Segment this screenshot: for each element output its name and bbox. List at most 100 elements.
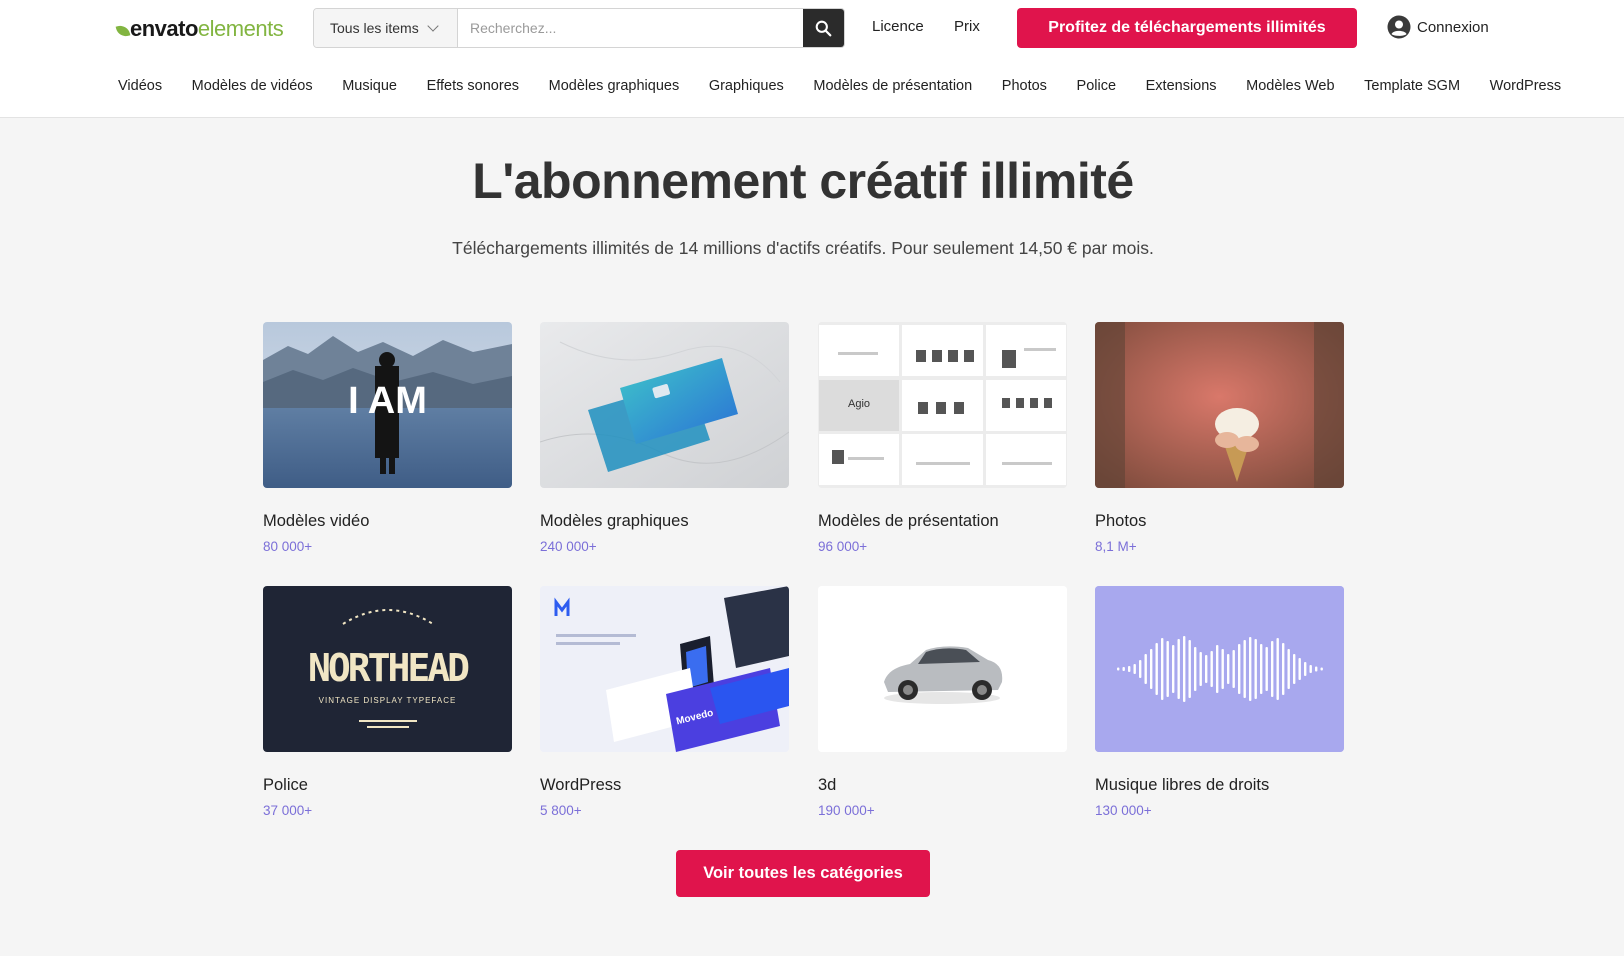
category-thumbnail: I AM [263,322,512,488]
waveform-bar [1205,655,1208,683]
logo-text-elements: elements [197,16,284,41]
search-bar: Tous les items [313,8,845,48]
category-count: 190 000+ [818,803,875,818]
waveform-bar [1271,641,1274,697]
waveform-bar [1194,647,1197,691]
category-thumbnail: Agio [818,322,1067,488]
login-link[interactable]: Connexion [1387,15,1489,39]
waveform-bar [1254,639,1257,699]
category-title: WordPress [540,776,622,794]
thumbnail-overlay-text: Agio [847,398,871,410]
user-avatar-icon [1387,15,1411,39]
waveform-bar [1177,639,1180,699]
nav-item-cms-templates[interactable]: Template SGM [1364,78,1460,94]
category-card-fonts[interactable]: NORTHEAD VINTAGE DISPLAY TYPEFACE Police… [263,586,512,818]
waveform-bar [1260,644,1263,694]
waveform-bar [1210,651,1213,687]
category-thumbnail [818,586,1067,752]
category-thumbnail: NORTHEAD VINTAGE DISPLAY TYPEFACE [263,586,512,752]
waveform-bar [1172,645,1175,693]
category-count: 96 000+ [818,539,868,554]
nav-item-video-templates[interactable]: Modèles de vidéos [192,78,313,94]
licence-link[interactable]: Licence [872,18,924,35]
category-count: 37 000+ [263,803,313,818]
waveform-bar [1221,649,1224,689]
nav-item-presentation-templates[interactable]: Modèles de présentation [813,78,972,94]
thumbnail-overlay-text: I AM [348,380,427,422]
category-thumbnail [1095,586,1344,752]
category-title: 3d [818,776,837,794]
search-category-label: Tous les items [330,20,419,36]
waveform-bar [1243,640,1246,698]
category-thumbnail: Movedo [540,586,789,752]
waveform-bar [1309,665,1312,673]
unlimited-downloads-button[interactable]: Profitez de téléchargements illimités [1017,8,1357,48]
nav-item-graphics[interactable]: Graphiques [709,78,784,94]
nav-item-photos[interactable]: Photos [1002,78,1047,94]
see-all-categories-button[interactable]: Voir toutes les catégories [676,850,930,897]
nav-item-videos[interactable]: Vidéos [118,78,162,94]
nav-item-wordpress[interactable]: WordPress [1490,78,1561,94]
category-card-wordpress[interactable]: Movedo WordPress 5 800+ [540,586,789,818]
waveform-bar [1293,654,1296,684]
nav-item-fonts[interactable]: Police [1077,78,1117,94]
waveform-bar [1287,649,1290,689]
sound-waveform-icon [1095,586,1344,752]
logo-text-envato: envato [130,16,198,41]
waveform-bar [1188,640,1191,698]
pricing-link[interactable]: Prix [954,18,980,35]
nav-item-graphic-templates[interactable]: Modèles graphiques [549,78,680,94]
category-count: 8,1 M+ [1095,539,1137,554]
waveform-bar [1227,654,1230,684]
nav-item-music[interactable]: Musique [342,78,397,94]
category-card-video-templates[interactable]: I AM Modèles vidéo 80 000+ [263,322,512,554]
waveform-bar [1232,650,1235,688]
category-title: Police [263,776,308,794]
nav-item-add-ons[interactable]: Extensions [1146,78,1217,94]
category-thumbnail [540,322,789,488]
search-button[interactable] [803,9,844,47]
category-count: 130 000+ [1095,803,1152,818]
chevron-down-icon [427,20,439,32]
category-nav: Vidéos Modèles de vidéos Musique Effets … [118,78,1591,94]
waveform-bar [1304,662,1307,676]
category-title: Modèles vidéo [263,512,370,530]
category-title: Photos [1095,512,1147,530]
waveform-bar [1216,645,1219,693]
category-card-photos[interactable]: Photos 8,1 M+ [1095,322,1344,554]
waveform-bar [1166,641,1169,697]
waveform-bar [1155,643,1158,695]
waveform-bar [1117,667,1120,671]
site-header: envato elements Tous les items Licence P… [0,0,1624,118]
category-card-graphic-templates[interactable]: Modèles graphiques 240 000+ [540,322,789,554]
waveform-bar [1238,644,1241,694]
category-card-3d[interactable]: 3d 190 000+ [818,586,1067,818]
search-input[interactable] [458,9,803,47]
category-count: 5 800+ [540,803,582,818]
waveform-bar [1128,666,1131,672]
waveform-bar [1282,643,1285,695]
waveform-bar [1276,638,1279,700]
waveform-bar [1199,652,1202,686]
waveform-bar [1320,667,1323,671]
category-thumbnail [1095,322,1344,488]
waveform-bar [1265,647,1268,691]
page-subtitle: Téléchargements illimités de 14 millions… [452,238,1154,258]
page-title: L'abonnement créatif illimité [472,153,1134,209]
waveform-bar [1315,666,1318,672]
category-card-presentation-templates[interactable]: Agio Modèles de présentation 96 000+ [818,322,1067,554]
category-count: 80 000+ [263,539,313,554]
waveform-bar [1298,658,1301,680]
waveform-bar [1183,636,1186,702]
envato-elements-logo[interactable]: envato elements [115,16,284,42]
nav-item-sound-effects[interactable]: Effets sonores [427,78,519,94]
search-icon [815,20,832,36]
leaf-icon [115,23,131,39]
waveform-bar [1249,637,1252,701]
category-title: Modèles graphiques [540,512,689,530]
category-title: Musique libres de droits [1095,776,1270,794]
category-card-royalty-free-music[interactable]: Musique libres de droits 130 000+ [1095,586,1344,818]
nav-item-web-templates[interactable]: Modèles Web [1246,78,1334,94]
search-category-dropdown[interactable]: Tous les items [314,9,458,47]
login-label: Connexion [1417,18,1489,36]
